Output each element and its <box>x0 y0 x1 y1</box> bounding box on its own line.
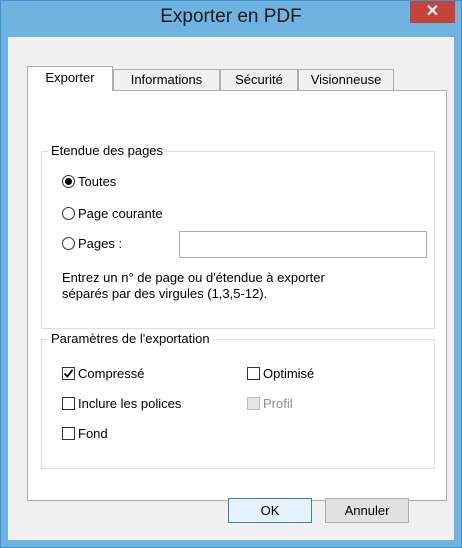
page-range-group: Etendue des pages Toutes Page courante P… <box>41 143 435 329</box>
checkbox-optimize[interactable]: Optimisé <box>247 366 314 381</box>
page-range-title: Etendue des pages <box>48 143 167 158</box>
checkbox-label: Fond <box>78 426 108 441</box>
tab-informations[interactable]: Informations <box>113 69 220 90</box>
export-tab-panel: Etendue des pages Toutes Page courante P… <box>27 90 447 501</box>
tab-label: Exporter <box>45 70 95 85</box>
tab-label: Sécurité <box>235 72 283 87</box>
radio-all-pages[interactable]: Toutes <box>62 174 116 189</box>
checkbox-profile: Profil <box>247 396 293 411</box>
checkbox-icon[interactable] <box>62 427 75 440</box>
tab-label: Informations <box>130 72 203 87</box>
checkbox-label: Profil <box>263 396 293 411</box>
checkbox-include-fonts[interactable]: Inclure les polices <box>62 396 181 411</box>
pages-input[interactable] <box>179 231 427 258</box>
checkbox-background[interactable]: Fond <box>62 426 108 441</box>
tab-label: Visionneuse <box>310 72 382 87</box>
export-pdf-dialog: Exporter en PDF ✕ Exporter Informations … <box>0 0 462 548</box>
radio-icon[interactable] <box>62 207 75 220</box>
checkbox-checked-icon[interactable] <box>62 367 75 380</box>
checkbox-disabled-icon <box>247 397 260 410</box>
checkbox-icon[interactable] <box>62 397 75 410</box>
tab-securite[interactable]: Sécurité <box>220 69 298 90</box>
window-title: Exporter en PDF <box>160 6 302 27</box>
close-icon: ✕ <box>425 3 440 20</box>
title-bar[interactable]: Exporter en PDF ✕ <box>1 1 461 37</box>
radio-label: Page courante <box>78 206 163 221</box>
radio-pages[interactable]: Pages : <box>62 236 122 251</box>
close-button[interactable]: ✕ <box>410 1 455 23</box>
radio-label: Toutes <box>78 174 117 189</box>
checkbox-compress[interactable]: Compressé <box>62 366 144 381</box>
export-params-title: Paramètres de l'exportation <box>48 331 213 346</box>
hint-line: séparés par des virgules (1,3,5-12). <box>62 286 268 301</box>
checkbox-label: Inclure les polices <box>78 396 182 411</box>
radio-selected-icon[interactable] <box>62 175 75 188</box>
dialog-body: Exporter Informations Sécurité Visionneu… <box>8 37 454 540</box>
checkbox-icon[interactable] <box>247 367 260 380</box>
export-params-group: Paramètres de l'exportation Compressé Op… <box>41 331 435 469</box>
ok-button[interactable]: OK <box>228 498 312 523</box>
page-range-hint: Entrez un n° de page ou d'étendue à expo… <box>62 270 325 302</box>
hint-line: Entrez un n° de page ou d'étendue à expo… <box>62 270 325 285</box>
checkbox-label: Compressé <box>78 366 145 381</box>
radio-current-page[interactable]: Page courante <box>62 206 163 221</box>
checkbox-label: Optimisé <box>263 366 315 381</box>
cancel-button[interactable]: Annuler <box>325 498 409 523</box>
tab-exporter[interactable]: Exporter <box>27 66 113 91</box>
radio-icon[interactable] <box>62 237 75 250</box>
radio-label: Pages : <box>78 236 123 251</box>
tab-visionneuse[interactable]: Visionneuse <box>298 69 394 90</box>
